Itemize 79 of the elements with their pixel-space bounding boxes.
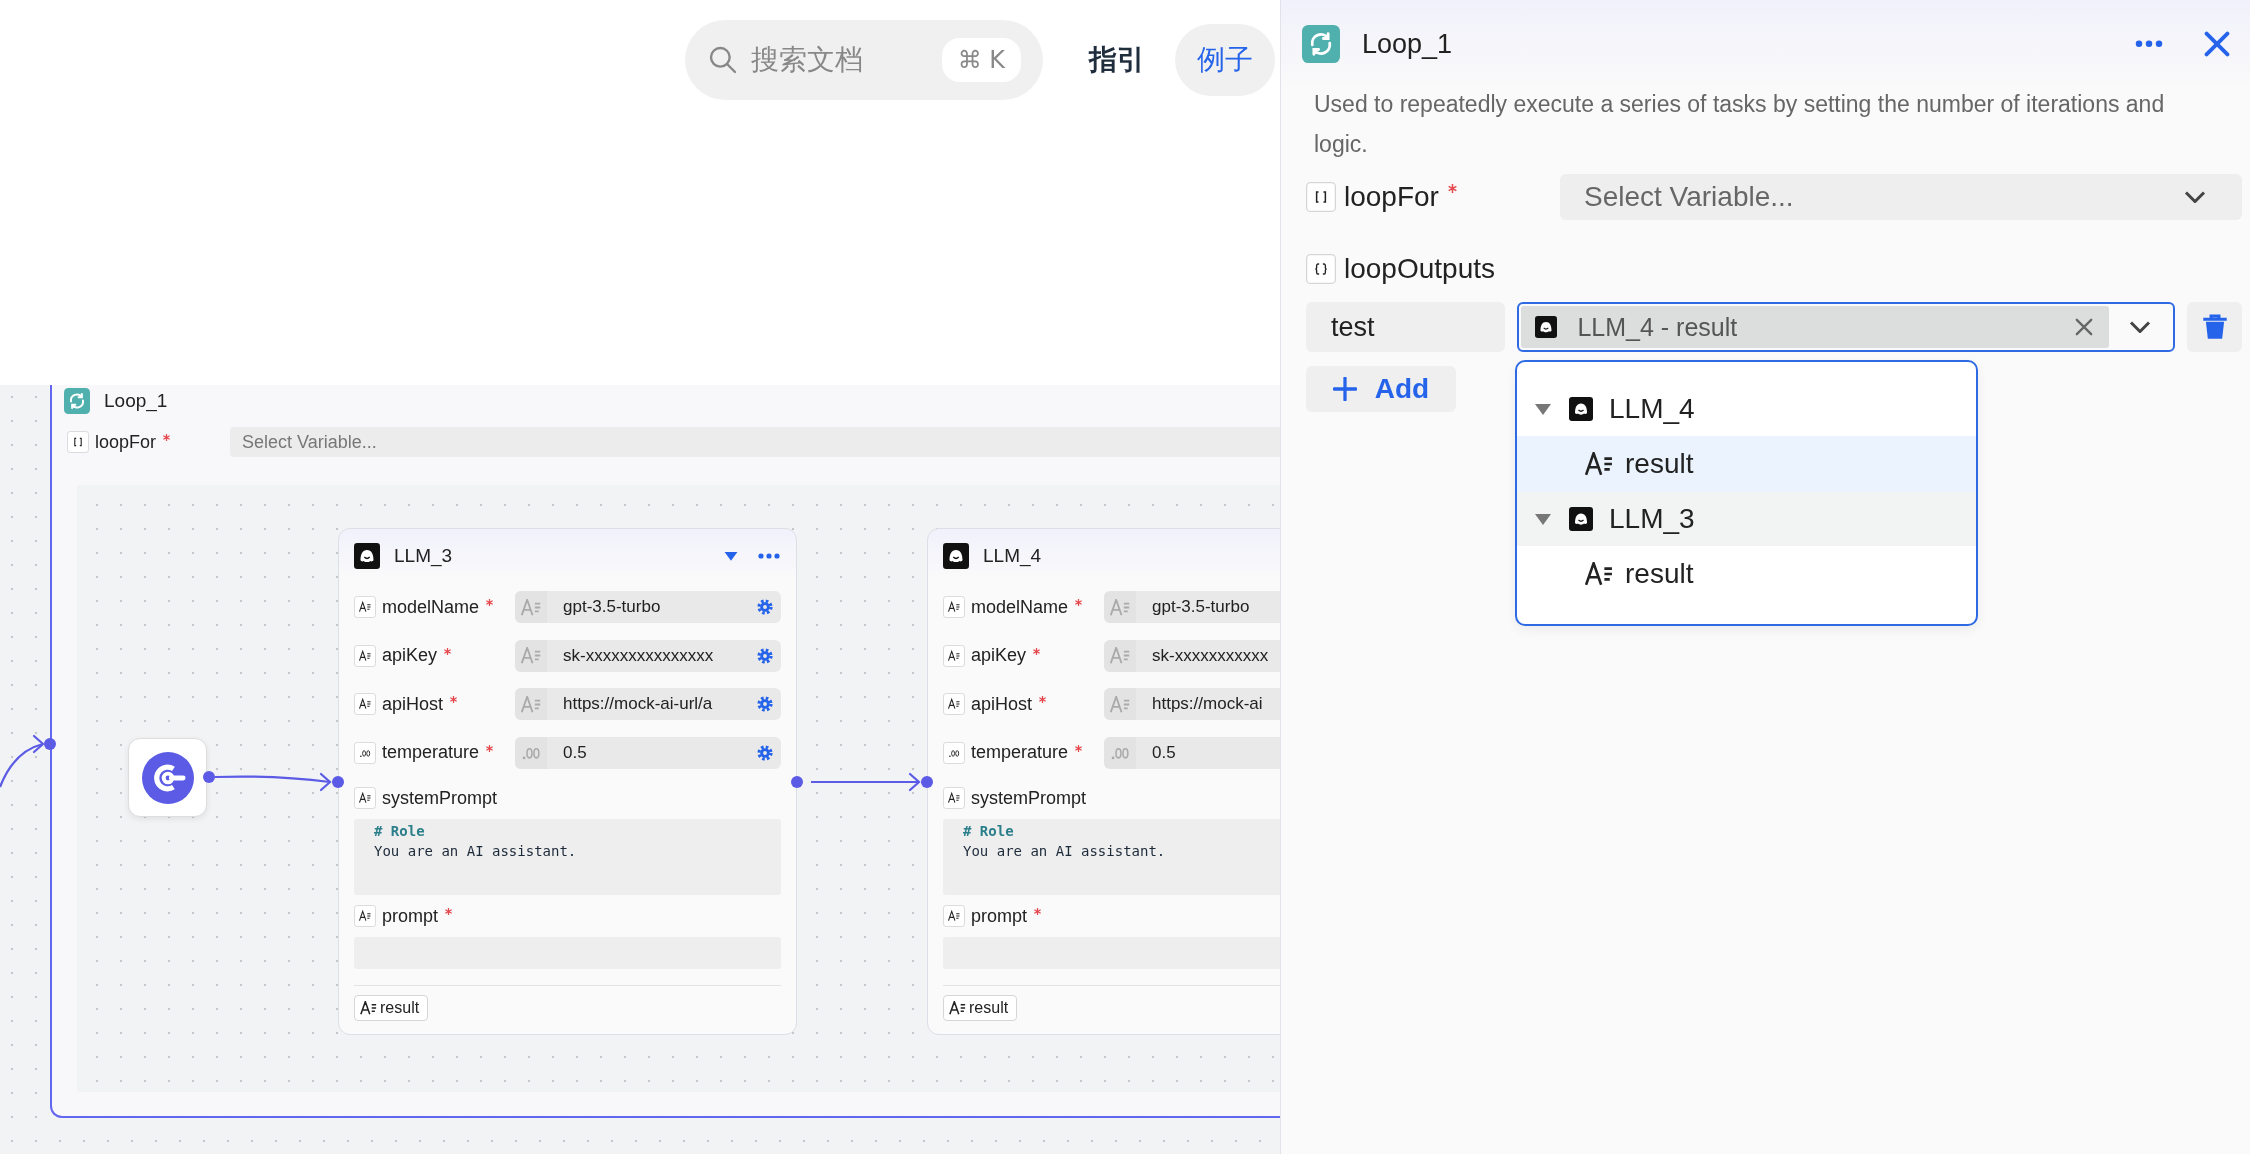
input-field[interactable]: gpt-3.5-turbo — [515, 591, 781, 624]
more-icon[interactable] — [757, 553, 781, 559]
variable-select[interactable]: LLM_4 - result — [1517, 302, 2176, 352]
field-label: modelName — [971, 596, 1069, 618]
loop-icon — [64, 388, 90, 414]
tree-item[interactable]: LLM_4 — [1517, 382, 1976, 436]
input-field[interactable]: 0.5 — [1104, 736, 1280, 769]
field-label: loopFor — [1344, 181, 1439, 213]
search-icon — [707, 44, 739, 76]
field-label: apiKey — [382, 645, 438, 667]
variable-select[interactable]: Select Variable... — [1560, 174, 2242, 220]
field-label: temperature — [382, 742, 480, 764]
start-node[interactable] — [128, 738, 207, 817]
field-label: modelName — [382, 596, 480, 618]
llm-node[interactable]: LLM_3 modelName gpt-3.5-turbo apiKey sk-xxxxxxxxxxxxxxx apiHost https://mock-ai-url/a temperature 0.5 systemPrompt # Role You are an AI assistant. prompt result — [338, 528, 797, 1035]
gear-icon[interactable] — [757, 599, 773, 616]
shortcut-hint: ⌘ K — [941, 38, 1021, 82]
chevron-down-icon[interactable] — [2128, 321, 2153, 333]
output-tag: result — [354, 995, 429, 1021]
field-label: apiHost — [971, 693, 1033, 715]
code-editor[interactable]: # Role You are an AI assistant. — [354, 819, 781, 895]
start-icon — [141, 751, 194, 804]
input-field[interactable]: sk-xxxxxxxxxxxxxxx — [515, 639, 781, 672]
input-field[interactable]: 0.5 — [515, 736, 781, 769]
gear-icon[interactable] — [757, 647, 773, 664]
node-title: Loop_1 — [104, 390, 168, 412]
node-title: LLM_4 — [983, 545, 1043, 567]
text-type-icon — [1110, 598, 1130, 616]
tree-item[interactable]: LLM_3 — [1517, 492, 1976, 546]
node-title: LLM_3 — [394, 545, 454, 567]
field-label: apiKey — [971, 645, 1027, 667]
edge-arrow — [0, 734, 45, 788]
text-type-icon — [521, 598, 541, 616]
search-field[interactable]: 搜索文档 ⌘ K — [685, 20, 1043, 100]
chevron-down-icon[interactable] — [2183, 191, 2207, 203]
field-label: apiHost — [382, 693, 444, 715]
gear-icon[interactable] — [757, 744, 773, 761]
field-label: systemPrompt — [382, 787, 498, 809]
tree-item[interactable]: result — [1517, 546, 1976, 602]
field-label: temperature — [971, 742, 1069, 764]
field-label: prompt — [971, 905, 1028, 927]
input-field[interactable]: sk-xxxxxxxxxxx — [1104, 639, 1280, 672]
loop-icon — [1302, 25, 1340, 63]
gear-icon[interactable] — [757, 696, 773, 713]
trash-icon — [2201, 314, 2228, 340]
text-type-icon — [521, 695, 541, 713]
text-type-icon — [1110, 647, 1130, 665]
ghost-icon — [1569, 507, 1593, 531]
port-dot[interactable] — [44, 738, 56, 750]
close-icon[interactable] — [2204, 31, 2230, 57]
llm-node[interactable]: LLM_4 modelName gpt-3.5-turbo apiKey sk-xxxxxxxxxxx apiHost https://mock-ai temperature 0.5 systemPrompt # Role You are an AI assistant. prompt result — [927, 528, 1280, 1035]
code-editor[interactable]: # Role You are an AI assistant. — [943, 819, 1280, 895]
field-label: loopOutputs — [1344, 253, 1495, 285]
tree-item[interactable]: result — [1517, 436, 1976, 492]
field-label: loopFor — [95, 431, 157, 453]
panel-title: Loop_1 — [1362, 28, 1454, 60]
text-type-icon — [1110, 695, 1130, 713]
variable-select[interactable]: Select Variable... — [230, 427, 1280, 457]
field-label: prompt — [382, 905, 439, 927]
output-tag: result — [943, 995, 1018, 1021]
ghost-icon — [1569, 397, 1593, 421]
input-field[interactable]: gpt-3.5-turbo — [1104, 591, 1280, 624]
input-field[interactable]: https://mock-ai-url/a — [515, 688, 781, 721]
more-icon[interactable] — [2134, 40, 2164, 48]
delete-button[interactable] — [2187, 302, 2242, 352]
close-icon[interactable] — [2075, 318, 2094, 336]
ghost-icon — [354, 543, 380, 569]
plus-icon — [1332, 377, 1357, 401]
ghost-icon — [1535, 316, 1558, 338]
add-button[interactable]: Add — [1306, 366, 1456, 412]
text-type-icon — [521, 647, 541, 665]
description-text: Used to repeatedly execute a series of tasks by setting the number of iterations and logic. — [1314, 90, 2166, 159]
nav-link[interactable]: 指引 — [1067, 20, 1167, 100]
ghost-icon — [943, 543, 969, 569]
field-label: systemPrompt — [971, 787, 1087, 809]
loop-node[interactable] — [50, 385, 1280, 1118]
key-field[interactable]: test — [1306, 302, 1506, 352]
input-field[interactable]: https://mock-ai — [1104, 688, 1280, 721]
nav-link[interactable]: 例子 — [1175, 24, 1275, 96]
